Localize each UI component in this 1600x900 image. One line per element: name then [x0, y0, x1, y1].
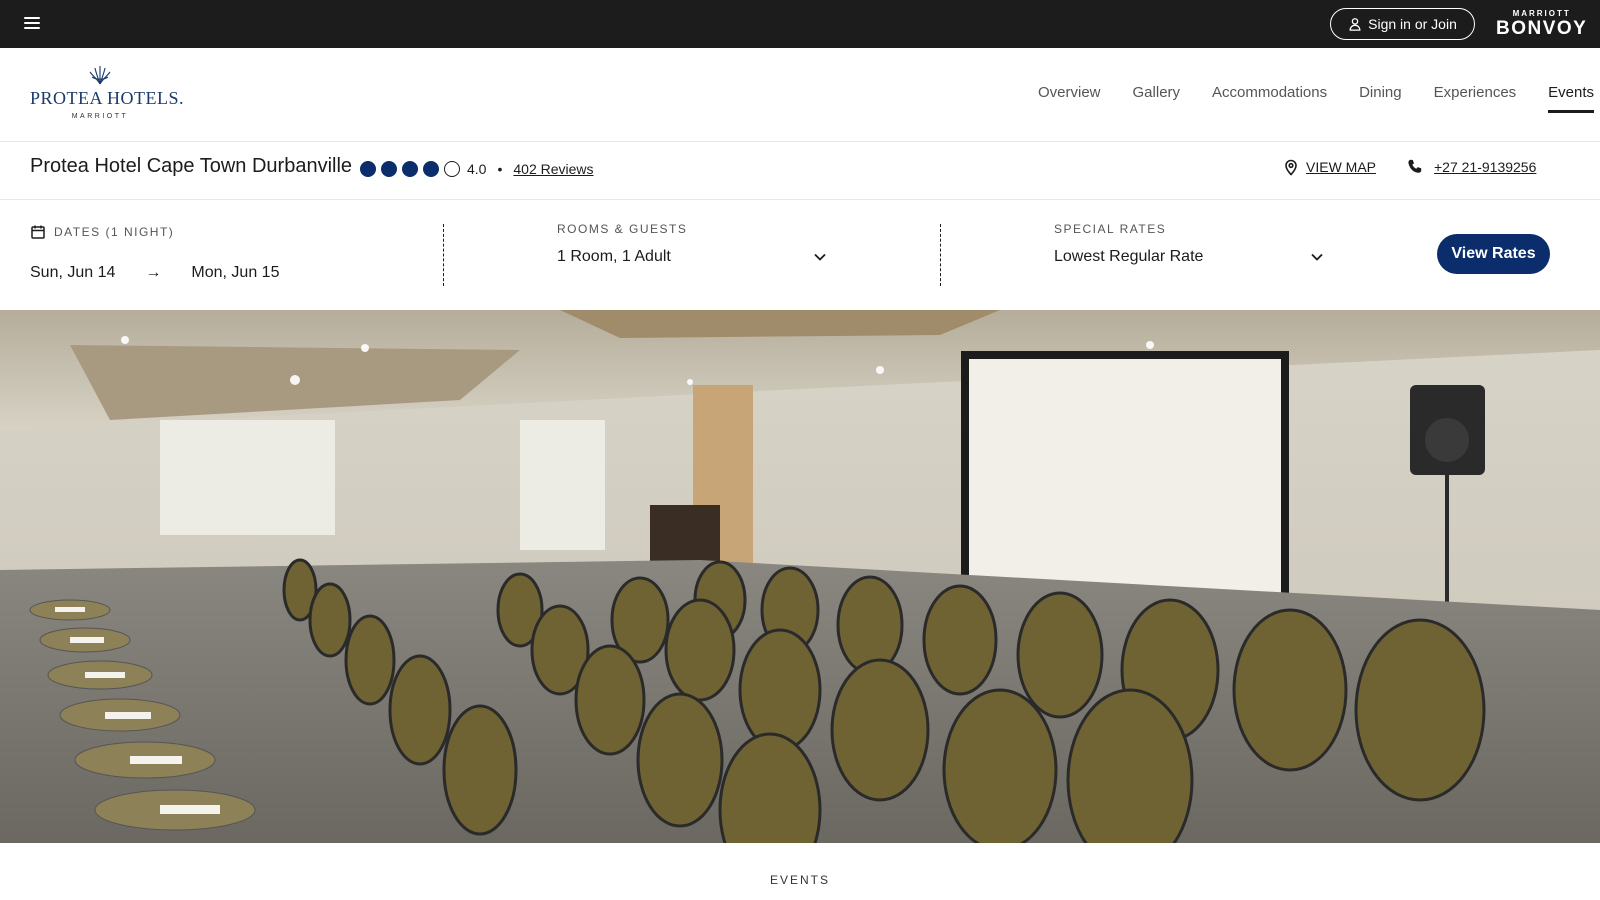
sign-in-label: Sign in or Join: [1368, 16, 1457, 32]
rating-dot-filled: [402, 161, 418, 177]
conference-room-photo: [0, 310, 1600, 843]
sign-in-button[interactable]: Sign in or Join: [1330, 8, 1475, 40]
nav-experiences[interactable]: Experiences: [1434, 84, 1517, 113]
rating-score: 4.0: [467, 161, 487, 177]
special-rates-label: SPECIAL RATES: [1054, 222, 1167, 236]
main-nav: Overview Gallery Accommodations Dining E…: [1038, 84, 1594, 113]
rooms-guests-label: ROOMS & GUESTS: [557, 222, 688, 236]
protea-hotels-logo[interactable]: PROTEA HOTELS. MARRIOTT: [30, 64, 185, 120]
dates-values: Sun, Jun 14 → Mon, Jun 15: [30, 264, 279, 282]
rating-dot-filled: [381, 161, 397, 177]
hero-image: [0, 310, 1600, 843]
phone-link[interactable]: +27 21-9139256: [1406, 158, 1536, 176]
user-icon: [1349, 18, 1361, 31]
brand-bar: PROTEA HOTELS. MARRIOTT Overview Gallery…: [0, 48, 1600, 142]
nav-events[interactable]: Events: [1548, 84, 1594, 113]
rating-dots: [360, 161, 460, 177]
rating-separator: •: [497, 161, 503, 177]
view-map-link[interactable]: VIEW MAP: [1282, 158, 1376, 176]
view-map-label: VIEW MAP: [1306, 159, 1377, 175]
dates-picker[interactable]: DATES (1 NIGHT) Sun, Jun 14 → Mon, Jun 1…: [30, 224, 440, 290]
check-in-date: Sun, Jun 14: [30, 264, 116, 281]
bonvoy-big-text: BONVOY: [1496, 18, 1588, 39]
protea-flower-icon: [89, 66, 111, 85]
top-bar: Sign in or Join MARRIOTT BONVOY: [0, 0, 1600, 48]
phone-number: +27 21-9139256: [1434, 159, 1537, 175]
rating-dot-empty: [444, 161, 460, 177]
rooms-guests-value: 1 Room, 1 Adult: [557, 248, 671, 265]
chevron-down-icon: [1311, 253, 1323, 261]
rating-dot-filled: [360, 161, 376, 177]
map-pin-icon: [1285, 159, 1297, 176]
arrow-right-icon: →: [145, 264, 162, 281]
rooms-guests-select[interactable]: ROOMS & GUESTS 1 Room, 1 Adult: [557, 222, 827, 266]
marriott-bonvoy-logo[interactable]: MARRIOTT BONVOY: [1496, 9, 1588, 39]
calendar-icon: [31, 225, 45, 239]
check-out-date: Mon, Jun 15: [191, 264, 280, 281]
logo-name: PROTEA HOTELS.: [30, 88, 185, 108]
chevron-down-icon: [814, 253, 826, 261]
view-rates-button[interactable]: View Rates: [1437, 234, 1550, 274]
logo-subtitle: MARRIOTT: [71, 113, 129, 120]
booking-bar: DATES (1 NIGHT) Sun, Jun 14 → Mon, Jun 1…: [0, 200, 1600, 310]
divider: [940, 224, 941, 286]
nav-accommodations[interactable]: Accommodations: [1212, 84, 1327, 113]
divider: [443, 224, 444, 286]
section-label-events: EVENTS: [769, 873, 830, 887]
nav-overview[interactable]: Overview: [1038, 84, 1101, 113]
dates-label-row: DATES (1 NIGHT): [30, 224, 440, 240]
reviews-link[interactable]: 402 Reviews: [513, 161, 593, 177]
bonvoy-small-text: MARRIOTT: [1512, 9, 1571, 18]
phone-icon: [1408, 159, 1422, 173]
dates-label: DATES (1 NIGHT): [54, 225, 175, 239]
nav-dining[interactable]: Dining: [1359, 84, 1402, 113]
rating-dot-filled: [423, 161, 439, 177]
special-rates-select[interactable]: SPECIAL RATES Lowest Regular Rate: [1054, 222, 1324, 266]
hotel-name: Protea Hotel Cape Town Durbanville: [30, 155, 353, 177]
hamburger-icon[interactable]: [24, 17, 40, 31]
nav-gallery[interactable]: Gallery: [1133, 84, 1181, 113]
rating: 4.0 • 402 Reviews: [360, 161, 594, 177]
hotel-info-row: Protea Hotel Cape Town Durbanville 4.0 •…: [0, 142, 1600, 200]
special-rates-value: Lowest Regular Rate: [1054, 248, 1204, 265]
